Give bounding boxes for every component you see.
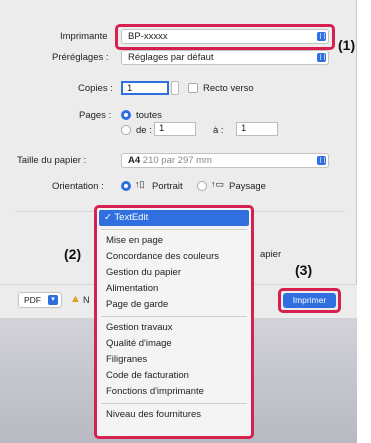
pages-all-radio[interactable] xyxy=(121,110,131,120)
callout-2: (2) xyxy=(64,246,82,262)
presets-value: Réglages par défaut xyxy=(128,52,214,63)
menu-item[interactable]: Code de facturation xyxy=(97,368,251,384)
pages-to-value: 1 xyxy=(241,123,247,134)
copies-label: Copies : xyxy=(78,83,113,94)
portrait-icon: ↑▯ xyxy=(135,179,145,189)
menu-item[interactable]: Niveau des fournitures xyxy=(97,407,251,423)
menu-item[interactable]: Qualité d'image xyxy=(97,336,251,352)
chevron-down-icon: ▾ xyxy=(48,295,58,305)
landscape-icon: ↑▭ xyxy=(211,179,225,189)
menu-item[interactable]: Fonctions d'imprimante xyxy=(97,384,251,400)
pdf-button[interactable]: PDF ▾ xyxy=(18,292,62,308)
callout-1: (1) xyxy=(338,37,356,53)
orientation-label: Orientation : xyxy=(52,181,104,192)
presets-select[interactable]: Réglages par défaut xyxy=(121,50,329,65)
chevron-updown-icon xyxy=(317,53,326,62)
highlight-printer xyxy=(115,24,335,50)
paper-size-text: 210 par 297 mm xyxy=(142,155,212,166)
pages-from-field[interactable]: 1 xyxy=(154,122,196,136)
menu-item[interactable]: Filigranes xyxy=(97,352,251,368)
pages-to-label: à : xyxy=(213,125,224,136)
partial-right-text: apier xyxy=(260,249,282,260)
chevron-updown-icon xyxy=(317,156,326,165)
paper-value: A4 xyxy=(128,155,141,166)
paper-label: Taille du papier : xyxy=(17,155,87,166)
presets-label: Préréglages : xyxy=(52,52,109,63)
menu-separator xyxy=(101,316,247,317)
landscape-radio[interactable] xyxy=(197,181,207,191)
menu-item[interactable]: Alimentation xyxy=(97,281,251,297)
callout-3: (3) xyxy=(295,262,313,278)
pdf-label: PDF xyxy=(24,295,41,305)
pages-from-value: 1 xyxy=(159,123,165,134)
copies-value: 1 xyxy=(127,83,133,94)
portrait-radio[interactable] xyxy=(121,181,131,191)
options-menu: ✓ TextEdit Mise en page Concordance des … xyxy=(94,205,254,439)
paper-select[interactable]: A4 210 par 297 mm xyxy=(121,153,329,168)
highlight-print xyxy=(278,288,341,313)
portrait-label: Portrait xyxy=(152,181,183,192)
pages-to-field[interactable]: 1 xyxy=(236,122,278,136)
menu-item[interactable]: Page de garde xyxy=(97,297,251,313)
menu-item[interactable]: Concordance des couleurs xyxy=(97,249,251,265)
duplex-label: Recto verso xyxy=(203,83,254,94)
copies-field[interactable]: 1 xyxy=(121,81,169,95)
pages-all-label: toutes xyxy=(136,110,162,121)
pages-label: Pages : xyxy=(79,110,112,121)
warning-letter: N xyxy=(83,295,90,305)
printer-label: Imprimante xyxy=(60,31,108,42)
warning-icon: ▲ xyxy=(70,293,81,305)
menu-separator xyxy=(101,229,247,230)
menu-item[interactable]: Gestion travaux xyxy=(97,320,251,336)
duplex-checkbox[interactable] xyxy=(188,83,198,93)
pages-range-radio[interactable] xyxy=(121,125,131,135)
pages-from-label: de : xyxy=(136,125,152,136)
menu-item-textedit[interactable]: ✓ TextEdit xyxy=(99,210,249,226)
copies-stepper[interactable] xyxy=(171,81,179,95)
menu-item[interactable]: Mise en page xyxy=(97,233,251,249)
menu-item[interactable]: Gestion du papier xyxy=(97,265,251,281)
menu-separator xyxy=(101,403,247,404)
landscape-label: Paysage xyxy=(229,181,266,192)
